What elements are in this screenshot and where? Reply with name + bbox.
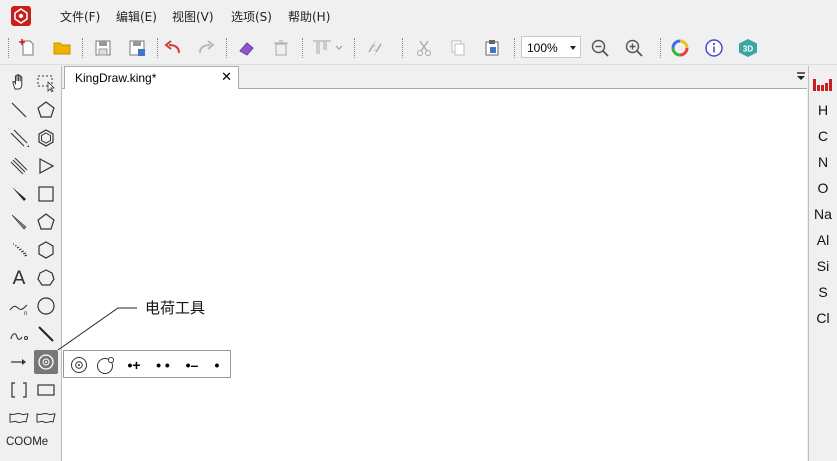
charge-tool-callout: 电荷工具 [145, 299, 206, 317]
negative-charge-button[interactable]: •– [179, 355, 205, 375]
single-radical-button[interactable]: • [207, 355, 227, 375]
charge-circle-button[interactable] [68, 355, 90, 375]
charge-flyout: •+ • • •– • [63, 350, 231, 378]
radical-pair-button[interactable]: • • [150, 355, 176, 375]
callout-line [57, 307, 137, 351]
charge-ring-button[interactable] [95, 355, 117, 375]
charge-circle-icon [71, 357, 87, 373]
charge-ring-icon [97, 356, 115, 374]
positive-charge-button[interactable]: •+ [121, 355, 147, 375]
